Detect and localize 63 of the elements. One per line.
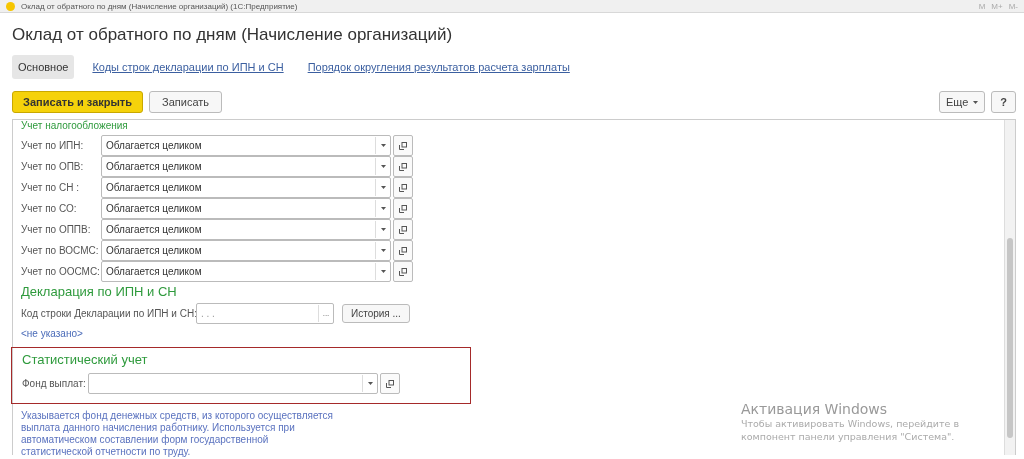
field-label: Учет по ОППВ:	[21, 224, 92, 235]
window-title: Оклад от обратного по дням (Начисление организаций) (1С:Предприятие)	[21, 1, 299, 11]
dropdown-field[interactable]: Облагается целиком	[101, 135, 391, 156]
section-title: Декларация по ИПН и СН	[21, 284, 178, 299]
open-window-icon	[386, 379, 394, 388]
open-button[interactable]	[393, 240, 413, 261]
open-button[interactable]	[380, 373, 400, 395]
dropdown-field[interactable]	[88, 373, 378, 395]
dropdown-caret-icon	[380, 144, 386, 147]
field-label: Учет по СН :	[21, 182, 80, 193]
activation-text: Чтобы активировать Windows, перейдите в компонент панели управления "Система".	[741, 417, 960, 443]
field-label: Учет по ОПВ:	[21, 161, 85, 172]
dropdown-caret-icon	[380, 165, 386, 168]
open-button[interactable]	[393, 156, 413, 177]
field-label: Код строки Декларации по ИПН и СН:	[21, 308, 196, 319]
field-label: Учет по ИПН:	[21, 140, 85, 151]
open-window-icon	[399, 141, 407, 150]
history-button[interactable]: История ...	[342, 304, 410, 323]
dropdown-field[interactable]: Облагается целиком	[101, 240, 391, 261]
dropdown-caret-icon	[380, 249, 386, 252]
open-window-icon	[399, 183, 407, 192]
tab[interactable]: Порядок округления результатов расчета зарплаты	[301, 55, 576, 79]
open-window-icon	[399, 225, 407, 234]
section-title: Учет налогообложения	[21, 120, 129, 131]
open-button[interactable]	[393, 198, 413, 219]
open-button[interactable]	[393, 135, 413, 156]
dropdown-field[interactable]: Облагается целиком	[101, 219, 391, 240]
section-title: Статистический учет	[22, 352, 149, 367]
more-button[interactable]: Еще	[938, 91, 986, 113]
field-label: Учет по СО:	[21, 203, 78, 214]
not-specified-link[interactable]: <не указано>	[21, 328, 996, 339]
tab[interactable]: Коды строк декларации по ИПН и СН	[86, 55, 290, 79]
open-button[interactable]	[393, 177, 413, 198]
field-label: Учет по ВОСМС:	[21, 245, 100, 256]
open-button[interactable]	[393, 261, 413, 282]
open-window-icon	[399, 267, 407, 276]
open-button[interactable]	[393, 219, 413, 240]
help-button[interactable]: ?	[991, 91, 1016, 113]
scrollbar[interactable]	[1004, 120, 1015, 455]
hint-text: Указывается фонд денежных средств, из которого осуществляется выплата данного начисления работнику. Используется при автоматическом составлении форм государственной статистической отчетности по труду.	[21, 409, 334, 458]
open-window-icon	[399, 204, 407, 213]
field-label: Учет по ООСМС:	[21, 266, 101, 277]
dropdown-caret-icon	[380, 270, 386, 273]
dropdown-field[interactable]: Облагается целиком	[101, 198, 391, 219]
open-window-icon	[399, 162, 407, 171]
field-label: Фонд выплат:	[22, 378, 87, 390]
dropdown-caret-icon	[380, 228, 386, 231]
tab[interactable]: Основное	[12, 55, 75, 79]
activation-title: Активация Windows	[741, 401, 889, 417]
app-logo-icon	[6, 1, 15, 11]
dropdown-field[interactable]: Облагается целиком	[101, 261, 391, 282]
dropdown-field[interactable]: Облагается целиком	[101, 156, 391, 177]
save-button[interactable]: Записать	[149, 91, 223, 113]
dropdown-caret-icon	[380, 186, 386, 189]
select-button[interactable]: ...	[318, 305, 333, 322]
save-and-close-button[interactable]: Записать и закрыть	[12, 91, 144, 113]
dropdown-caret-icon	[380, 207, 386, 210]
dropdown-caret-icon	[367, 382, 373, 386]
dropdown-field[interactable]: Облагается целиком	[101, 177, 391, 198]
dropdown-caret-icon	[973, 100, 979, 104]
open-window-icon	[399, 246, 407, 255]
form-title: Оклад от обратного по дням (Начисление организаций)	[12, 25, 454, 45]
code-field[interactable]: . . . ...	[196, 303, 334, 324]
